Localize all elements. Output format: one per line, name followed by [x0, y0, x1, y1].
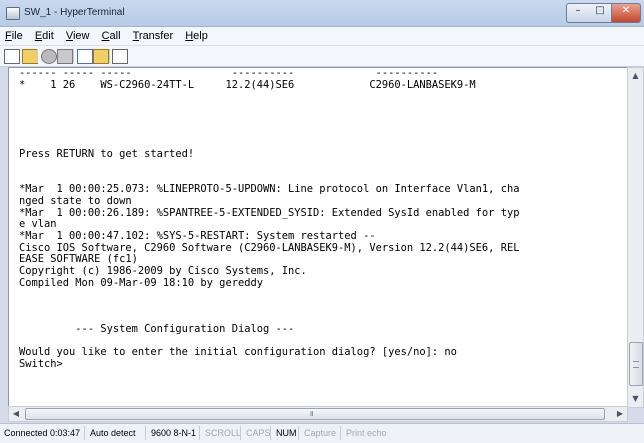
scroll-down-icon[interactable]: ▼ — [628, 391, 643, 407]
vertical-scroll-thumb[interactable] — [629, 342, 643, 386]
status-separator — [340, 426, 341, 440]
horizontal-scrollbar[interactable]: ◀ Ⅱ ▶ — [8, 406, 628, 422]
minimize-icon: – — [575, 5, 581, 16]
hyperterminal-app-icon[interactable] — [6, 7, 20, 20]
grip-icon: Ⅱ — [310, 410, 314, 418]
terminal-line: *Mar 1 00:00:26.189: %SPANTREE-5-EXTENDE… — [19, 206, 520, 219]
disconnect-icon[interactable] — [41, 49, 57, 64]
status-separator — [84, 426, 85, 440]
status-scroll: SCROLL — [205, 428, 242, 438]
terminal-frame[interactable]: ------ ----- ----- ---------- ----------… — [8, 67, 628, 408]
menu-edit[interactable]: Edit — [30, 27, 58, 42]
scroll-left-icon[interactable]: ◀ — [9, 407, 23, 421]
menu-call[interactable]: Call — [97, 27, 125, 42]
receive-icon[interactable] — [93, 49, 109, 64]
terminal-line: * 1 26 WS-C2960-24TT-L 12.2(44)SE6 C2960… — [19, 78, 476, 91]
title-bar: SW_1 - HyperTerminal – □ ✕ — [0, 0, 644, 27]
status-settings: 9600 8-N-1 — [151, 428, 197, 438]
status-print-echo: Print echo — [346, 428, 387, 438]
open-icon[interactable] — [22, 49, 38, 64]
call-icon[interactable] — [57, 49, 73, 64]
terminal-line: nged state to down — [19, 195, 132, 208]
horizontal-scroll-thumb[interactable]: Ⅱ — [25, 408, 605, 420]
terminal-line: Compiled Mon 09-Mar-09 18:10 by gereddy — [19, 276, 263, 289]
status-capture: Capture — [304, 428, 337, 438]
terminal-line: Copyright (c) 1986-2009 by Cisco Systems… — [19, 264, 307, 277]
menu-file[interactable]: File — [0, 27, 27, 42]
maximize-button[interactable]: □ — [589, 3, 612, 23]
menu-view[interactable]: View — [61, 27, 94, 42]
terminal-line: *Mar 1 00:00:47.102: %SYS-5-RESTART: Sys… — [19, 229, 376, 242]
terminal-line: ------ ----- ----- ---------- ---------- — [19, 68, 439, 79]
status-separator — [145, 426, 146, 440]
close-icon: ✕ — [621, 5, 631, 16]
terminal-output[interactable]: ------ ----- ----- ---------- ----------… — [19, 68, 624, 405]
grip-icon — [633, 361, 639, 368]
terminal-line: --- System Configuration Dialog --- — [19, 323, 295, 336]
status-separator — [298, 426, 299, 440]
menu-bar: File Edit View Call Transfer Help — [0, 27, 644, 46]
close-button[interactable]: ✕ — [612, 3, 641, 23]
status-caps: CAPS — [246, 428, 271, 438]
scroll-right-icon[interactable]: ▶ — [613, 407, 627, 421]
maximize-icon: □ — [595, 5, 605, 16]
properties-icon[interactable] — [112, 49, 128, 64]
toolbar-separator — [109, 49, 110, 63]
scroll-up-icon[interactable]: ▲ — [628, 68, 643, 84]
status-separator — [199, 426, 200, 440]
new-icon[interactable] — [4, 49, 20, 64]
status-separator — [270, 426, 271, 440]
minimize-button[interactable]: – — [566, 3, 590, 23]
status-connected: Connected 0:03:47 — [4, 428, 81, 438]
menu-help[interactable]: Help — [180, 27, 212, 42]
toolbar-separator — [73, 49, 74, 63]
status-separator — [240, 426, 241, 440]
terminal-line: Press RETURN to get started! — [19, 148, 195, 161]
terminal-line: Would you like to enter the initial conf… — [19, 346, 457, 359]
status-detect: Auto detect — [90, 428, 136, 438]
status-num: NUM — [276, 428, 297, 438]
window-title: SW_1 - HyperTerminal — [24, 7, 125, 18]
toolbar — [0, 46, 644, 67]
terminal-line: Switch> — [19, 358, 63, 371]
status-bar: Connected 0:03:47 Auto detect 9600 8-N-1… — [0, 423, 644, 443]
send-icon[interactable] — [77, 49, 93, 64]
toolbar-separator — [37, 49, 38, 63]
vertical-scrollbar[interactable]: ▲ ▼ — [627, 67, 644, 408]
menu-transfer[interactable]: Transfer — [128, 27, 178, 42]
